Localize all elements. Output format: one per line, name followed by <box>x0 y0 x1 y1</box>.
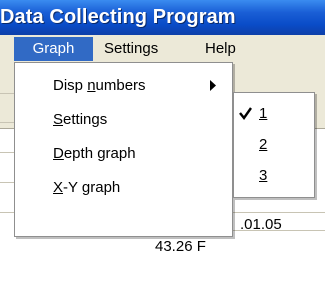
menu-graph[interactable]: Graph <box>14 37 93 61</box>
grid-line <box>0 152 14 153</box>
submenu-item-2[interactable]: 2 <box>235 129 313 160</box>
background-value: .01.05 <box>240 216 282 233</box>
menu-item-settings[interactable]: Settings <box>16 105 231 134</box>
menu-help[interactable]: Help <box>205 37 255 61</box>
grid-line <box>0 93 14 94</box>
disp-numbers-submenu: 1 2 3 <box>233 92 315 198</box>
grid-line <box>0 212 14 213</box>
menu-item-label: Settings <box>53 111 108 128</box>
menu-item-label: Disp numbers <box>53 77 146 94</box>
menu-item-label: Depth graph <box>53 145 136 162</box>
menu-item-xy-graph[interactable]: X-Y graph <box>16 173 231 202</box>
background-value: 43.26 F <box>155 238 206 255</box>
grid-line <box>0 182 14 183</box>
menu-bar: Graph Settings Help <box>0 35 325 62</box>
grid-line <box>0 122 14 123</box>
menu-item-depth-graph[interactable]: Depth graph <box>16 139 231 168</box>
submenu-item-1[interactable]: 1 <box>235 98 313 129</box>
menu-item-label: X-Y graph <box>53 179 121 196</box>
menu-item-disp-numbers[interactable]: Disp numbers <box>16 71 231 100</box>
menu-settings[interactable]: Settings <box>104 37 194 61</box>
submenu-arrow-icon <box>208 71 218 100</box>
grid-line <box>233 212 325 213</box>
graph-dropdown-menu: Disp numbers Settings Depth graph X-Y gr… <box>14 62 233 237</box>
submenu-item-3[interactable]: 3 <box>235 160 313 191</box>
title-bar[interactable]: Data Collecting Program <box>0 0 325 35</box>
window-title: Data Collecting Program <box>0 6 236 28</box>
